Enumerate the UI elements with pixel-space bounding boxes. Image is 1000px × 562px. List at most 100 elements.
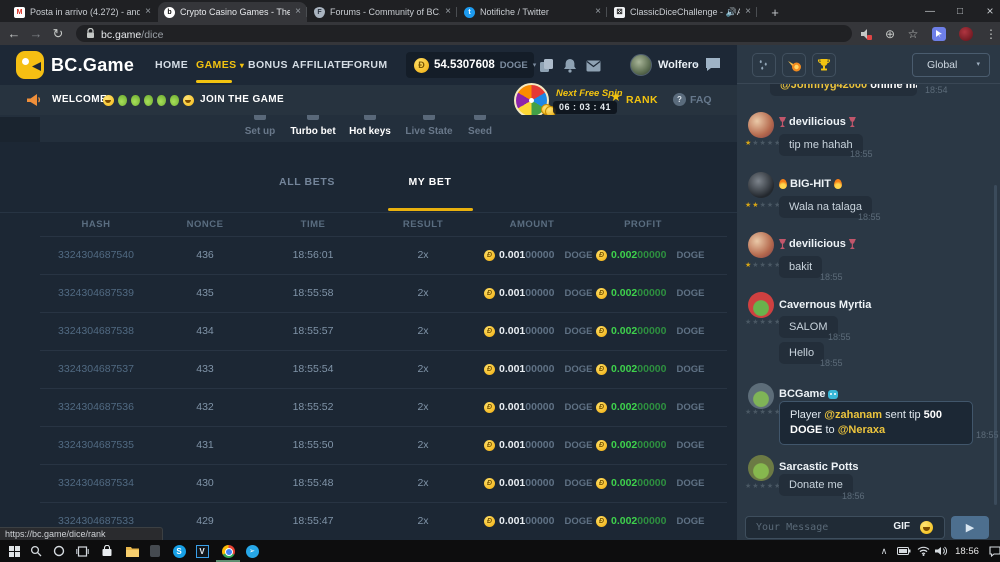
tab-close-icon[interactable]: × (445, 7, 451, 17)
chat-username[interactable]: devilicious (779, 238, 856, 250)
bcgame-logo-icon[interactable] (16, 51, 44, 79)
reload-button[interactable]: ↻ (48, 22, 68, 45)
table-row[interactable]: 3324304687537 433 18:55:54 2x 0.00100000… (0, 350, 737, 388)
windows-taskbar: S V ➢ ∧ 18:56 (0, 540, 1000, 562)
message-time: 18:56 (842, 491, 865, 501)
avatar[interactable] (748, 172, 774, 198)
nav-home[interactable]: HOME (155, 45, 188, 85)
window-close-button[interactable]: × (975, 0, 1000, 22)
mention[interactable]: @zahanam (824, 409, 882, 421)
app-icon-dark[interactable] (143, 540, 167, 562)
forward-button[interactable]: → (26, 22, 46, 45)
mention[interactable]: @Neraxa (838, 424, 885, 436)
user-avatar[interactable] (630, 54, 652, 76)
file-explorer-icon[interactable] (120, 540, 144, 562)
tab-set-up[interactable]: Set up (245, 115, 276, 142)
table-row[interactable]: 3324304687540 436 18:56:01 2x 0.00100000… (0, 236, 737, 274)
window-maximize-button[interactable]: □ (945, 0, 975, 22)
doge-coin-icon (596, 402, 607, 413)
extension-icon[interactable] (928, 22, 950, 45)
tab-close-icon[interactable]: × (595, 7, 601, 17)
tab-live-state[interactable]: Live State (405, 115, 452, 142)
tab-close-icon[interactable]: × (295, 7, 301, 17)
bookmark-star-icon[interactable]: ☆ (902, 22, 924, 45)
table-row[interactable]: 3324304687536 432 18:55:52 2x 0.00100000… (0, 388, 737, 426)
table-row[interactable]: 3324304687535 431 18:55:50 2x 0.00100000… (0, 426, 737, 464)
taskbar-clock[interactable]: 18:56 (947, 540, 987, 562)
mail-envelope-button[interactable] (584, 56, 603, 75)
table-row[interactable]: 3324304687538 434 18:55:57 2x 0.00100000… (0, 312, 737, 350)
circle-plus-icon[interactable]: ⊕ (879, 22, 901, 45)
tab-forums[interactable]: F Forums - Community of BC.Gam × (308, 2, 457, 22)
chat-scrollbar[interactable] (994, 185, 997, 505)
chat-username[interactable]: Sarcastic Potts (779, 461, 858, 473)
trophy-button[interactable] (812, 53, 836, 77)
gif-button[interactable]: GIF (893, 521, 910, 532)
skype-icon[interactable]: S (167, 540, 191, 562)
tab-turbo-bet[interactable]: Turbo bet (290, 115, 335, 142)
chat-toggle-button[interactable] (703, 55, 722, 74)
send-message-button[interactable]: ▶ (951, 516, 989, 539)
profile-avatar[interactable] (955, 22, 977, 45)
nav-affiliate[interactable]: AFFILIATE (292, 45, 348, 85)
browser-menu-icon[interactable]: ⋮ (980, 22, 1000, 45)
chat-username[interactable]: devilicious (779, 116, 856, 128)
window-minimize-button[interactable]: — (915, 0, 945, 22)
nav-bonus[interactable]: BONUS (248, 45, 288, 85)
start-button[interactable] (2, 540, 26, 562)
avatar[interactable] (748, 455, 774, 481)
faq-button[interactable]: FAQ (690, 94, 712, 106)
table-row[interactable]: 3324304687539 435 18:55:58 2x 0.00100000… (0, 274, 737, 312)
tab-twitter[interactable]: t Notifiche / Twitter × (458, 2, 607, 22)
tab-close-icon[interactable]: × (145, 7, 151, 17)
task-view-icon[interactable] (70, 540, 94, 562)
avatar[interactable] (748, 112, 774, 138)
tab-seed[interactable]: Seed (468, 115, 492, 142)
nav-games[interactable]: GAMES ▾ (196, 45, 244, 85)
screen: M Posta in arrivo (4.272) - andreaja × b… (0, 0, 1000, 562)
tab-hot-keys[interactable]: Hot keys (349, 115, 391, 142)
message-time: 18:55 (858, 212, 881, 222)
rain-button[interactable] (752, 53, 776, 77)
avatar[interactable] (748, 383, 774, 409)
action-center-icon[interactable] (983, 540, 1000, 562)
v-app-icon[interactable]: V (190, 540, 214, 562)
balance-selector[interactable]: Ð 54.5307608 DOGE ▾ (406, 52, 534, 78)
back-button[interactable]: ← (4, 22, 24, 45)
user-stars: ★★★★★ (745, 261, 781, 269)
telegram-icon[interactable]: ➢ (240, 540, 264, 562)
sound-blocked-icon[interactable] (855, 22, 877, 45)
chat-channel-select[interactable]: Global ▾ (912, 53, 990, 77)
tab-bcgame-active[interactable]: b Crypto Casino Games - The 8 Be × (158, 2, 307, 22)
tab-dice-challenge[interactable]: ⚄ ClassicDiceChallenge - 🔊Annou × (608, 2, 757, 22)
chat-username[interactable]: BCGame (779, 388, 838, 400)
site-logo-text[interactable]: BC.Game (51, 45, 134, 85)
emoji-button[interactable] (920, 521, 933, 534)
table-row[interactable]: 3324304687534 430 18:55:48 2x 0.00100000… (0, 464, 737, 502)
address-bar[interactable]: bc.game/dice (76, 25, 852, 42)
nav-forum[interactable]: FORUM (347, 45, 388, 85)
tab-all-bets[interactable]: ALL BETS (262, 176, 352, 188)
search-icon[interactable] (24, 540, 48, 562)
tab-my-bet[interactable]: MY BET (385, 176, 475, 188)
microsoft-store-icon[interactable] (95, 540, 119, 562)
tab-gmail[interactable]: M Posta in arrivo (4.272) - andreaja × (8, 2, 157, 22)
chat-message-input[interactable] (754, 518, 884, 537)
cortana-icon[interactable] (47, 540, 71, 562)
notifications-bell-button[interactable] (560, 56, 579, 75)
join-the-game-link[interactable]: JOIN THE GAME (200, 85, 284, 115)
chat-username[interactable]: BIG-HIT (779, 178, 842, 190)
tab-close-icon[interactable]: × (745, 7, 751, 17)
swap-cards-button[interactable] (537, 56, 556, 75)
bet-amount: 0.00100000 DOGE (484, 236, 604, 274)
new-tab-button[interactable]: + (766, 4, 784, 20)
fireball-button[interactable] (782, 53, 806, 77)
rank-button[interactable]: RANK (626, 94, 658, 106)
chrome-taskbar-icon[interactable] (216, 540, 240, 562)
username[interactable]: Wolfero (658, 45, 699, 85)
avatar[interactable] (748, 232, 774, 258)
message-time: 18:55 (850, 149, 873, 159)
chat-username[interactable]: Cavernous Myrtia (779, 299, 871, 311)
avatar[interactable] (748, 292, 774, 318)
bet-profit: 0.00200000 DOGE (596, 502, 726, 540)
